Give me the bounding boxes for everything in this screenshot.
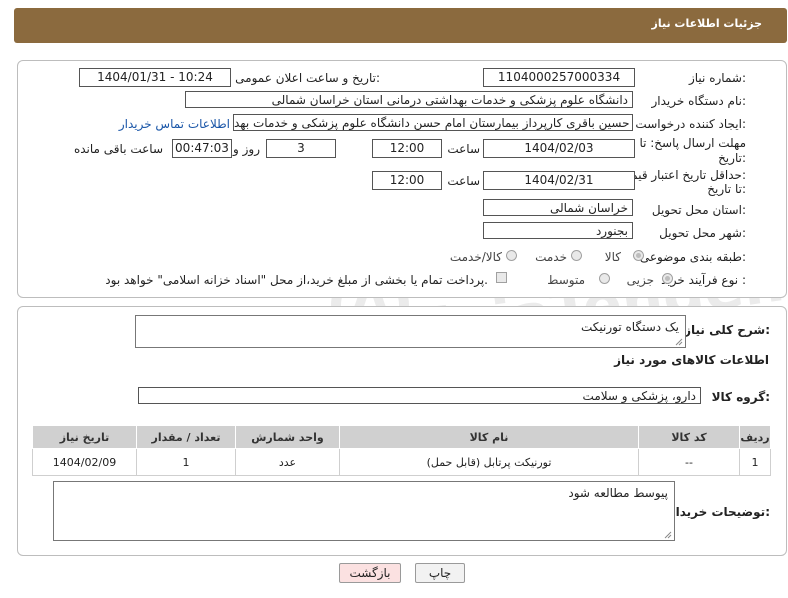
deadline-date-field: 1404/02/03 (483, 139, 635, 158)
cell-row-number: 1 (739, 448, 771, 476)
city-label: شهر محل تحویل: (659, 226, 746, 240)
buyer-notes-text: پیوسط مطالعه شود (568, 486, 668, 500)
items-table: تاریخ نیاز تعداد / مقدار واحد شمارش نام … (32, 425, 771, 476)
creator-label: ایجاد کننده درخواست: (635, 117, 746, 131)
cell-need-date: 1404/02/09 (32, 448, 137, 476)
process-label: نوع فرآیند خرید : (661, 273, 746, 287)
description-text: یک دستگاه تورنیکت (580, 320, 679, 334)
cell-goods-code: -- (638, 448, 740, 476)
category-label: طبقه بندی موضوعی: (639, 250, 746, 264)
col-quantity: تعداد / مقدار (136, 425, 236, 449)
announce-datetime-field: 1404/01/31 - 10:24 (79, 68, 231, 87)
buyer-notes-field: پیوسط مطالعه شود (53, 481, 675, 541)
category-service-option: خدمت (535, 250, 567, 264)
treasury-payment-note: پرداخت تمام یا بخشی از مبلغ خرید،از محل … (105, 273, 488, 287)
deadline-time-label: ساعت (447, 142, 480, 156)
process-minor-option: جزیی (626, 273, 654, 287)
province-label: استان محل تحویل: (651, 203, 746, 217)
table-row[interactable]: 1404/02/09 1 عدد تورنیکت پرتابل (قابل حم… (32, 448, 771, 476)
treasury-payment-checkbox[interactable] (496, 272, 507, 283)
goods-group-field: دارو، پزشکی و سلامت (138, 387, 701, 404)
remaining-time-label: ساعت باقی مانده (73, 142, 163, 156)
process-minor-radio[interactable] (662, 273, 673, 284)
category-goods-service-radio[interactable] (506, 250, 517, 261)
buyer-notes-label: توضیحات خریدار: (668, 505, 770, 519)
buyer-contact-link[interactable]: اطلاعات تماس خریدار (119, 117, 230, 131)
validity-time-label: ساعت (447, 174, 480, 188)
print-button[interactable]: چاپ (415, 563, 465, 583)
col-row-number: ردیف (739, 425, 771, 449)
deadline-label: مهلت ارسال پاسخ: تا (639, 136, 746, 150)
process-medium-option: متوسط (547, 273, 585, 287)
resize-grip-icon (664, 531, 672, 539)
announce-datetime-label: تاریخ و ساعت اعلان عمومی: (235, 71, 380, 85)
days-remaining-field: 3 (266, 139, 336, 158)
category-service-radio[interactable] (571, 250, 582, 261)
col-goods-code: کد کالا (638, 425, 740, 449)
cell-unit: عدد (235, 448, 340, 476)
description-field: یک دستگاه تورنیکت (135, 315, 686, 348)
creator-field: حسین باقری کارپرداز بیمارستان امام حسن د… (233, 114, 633, 131)
category-goods-radio[interactable] (633, 250, 644, 261)
validity-date-field: 1404/02/31 (483, 171, 635, 190)
days-label: روز و (233, 142, 260, 156)
need-number-label: شماره نیاز: (688, 71, 746, 85)
category-goods-service-option: کالا/خدمت (449, 250, 502, 264)
back-button[interactable]: بازگشت (339, 563, 401, 583)
col-goods-name: نام کالا (339, 425, 639, 449)
page-title: جزئیات اطلاعات نیاز (651, 17, 763, 30)
validity-label-date: تا تاریخ: (707, 182, 746, 196)
goods-group-label: گروه کالا: (711, 390, 770, 404)
col-need-date: تاریخ نیاز (32, 425, 137, 449)
buyer-org-label: نام دستگاه خریدار: (651, 94, 747, 108)
remaining-time-field: 00:47:03 (172, 139, 232, 158)
city-field: بجنورد (483, 222, 633, 239)
resize-grip-icon (675, 338, 683, 346)
cell-goods-name: تورنیکت پرتابل (قابل حمل) (339, 448, 639, 476)
description-label: شرح کلی نیاز: (684, 323, 770, 337)
buyer-org-field: دانشگاه علوم پزشکی و خدمات بهداشتی درمان… (185, 91, 633, 108)
cell-quantity: 1 (136, 448, 236, 476)
validity-time-field: 12:00 (372, 171, 442, 190)
process-medium-radio[interactable] (599, 273, 610, 284)
validity-label: حداقل تاریخ اعتبار قیمت: (619, 168, 746, 182)
goods-info-title: اطلاعات کالاهای مورد نیاز (614, 353, 769, 367)
col-unit: واحد شمارش (235, 425, 340, 449)
province-field: خراسان شمالی (483, 199, 633, 216)
category-goods-option: کالا (604, 250, 621, 264)
table-header-row: تاریخ نیاز تعداد / مقدار واحد شمارش نام … (32, 425, 771, 449)
deadline-label-date: تاریخ: (718, 151, 746, 165)
deadline-time-field: 12:00 (372, 139, 442, 158)
need-number-field: 1104000257000334 (483, 68, 635, 87)
